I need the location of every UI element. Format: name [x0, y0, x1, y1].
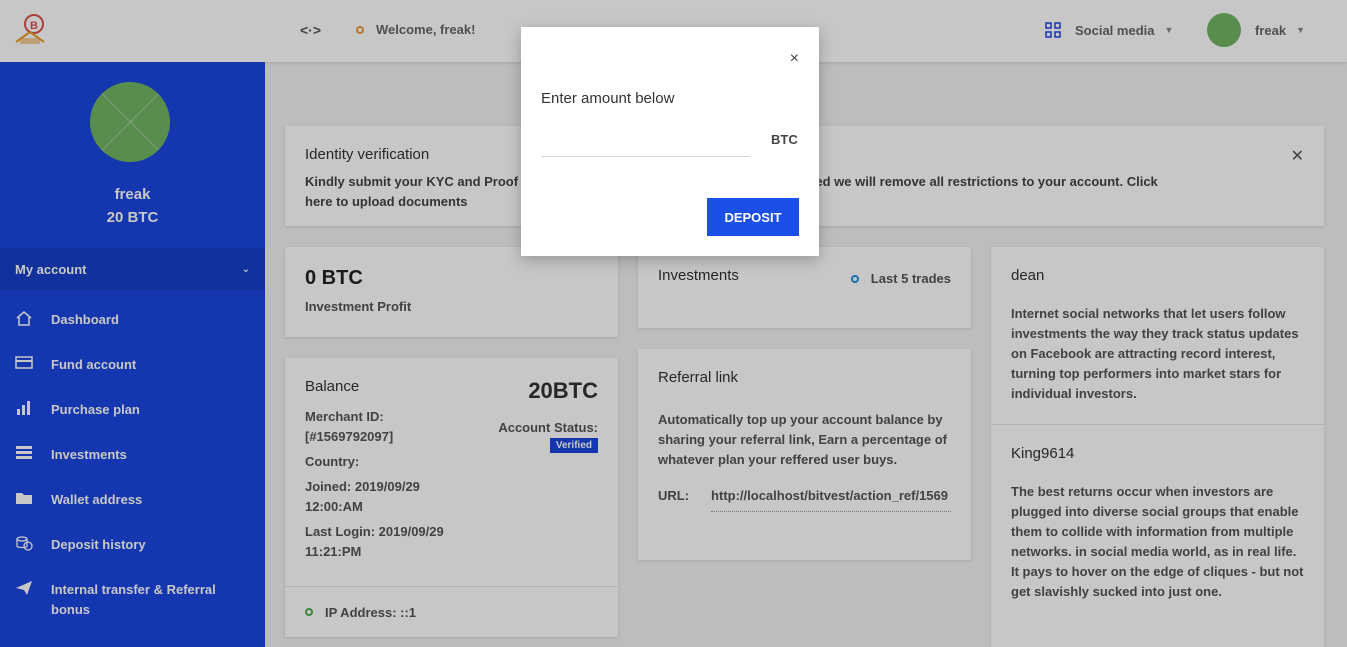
deposit-button[interactable]: DEPOSIT — [707, 198, 799, 236]
currency-unit: BTC — [771, 132, 798, 147]
close-icon[interactable]: × — [790, 50, 799, 68]
modal-title: Enter amount below — [541, 90, 675, 107]
amount-input[interactable] — [541, 145, 750, 157]
deposit-modal: × Enter amount below BTC DEPOSIT — [521, 27, 819, 256]
